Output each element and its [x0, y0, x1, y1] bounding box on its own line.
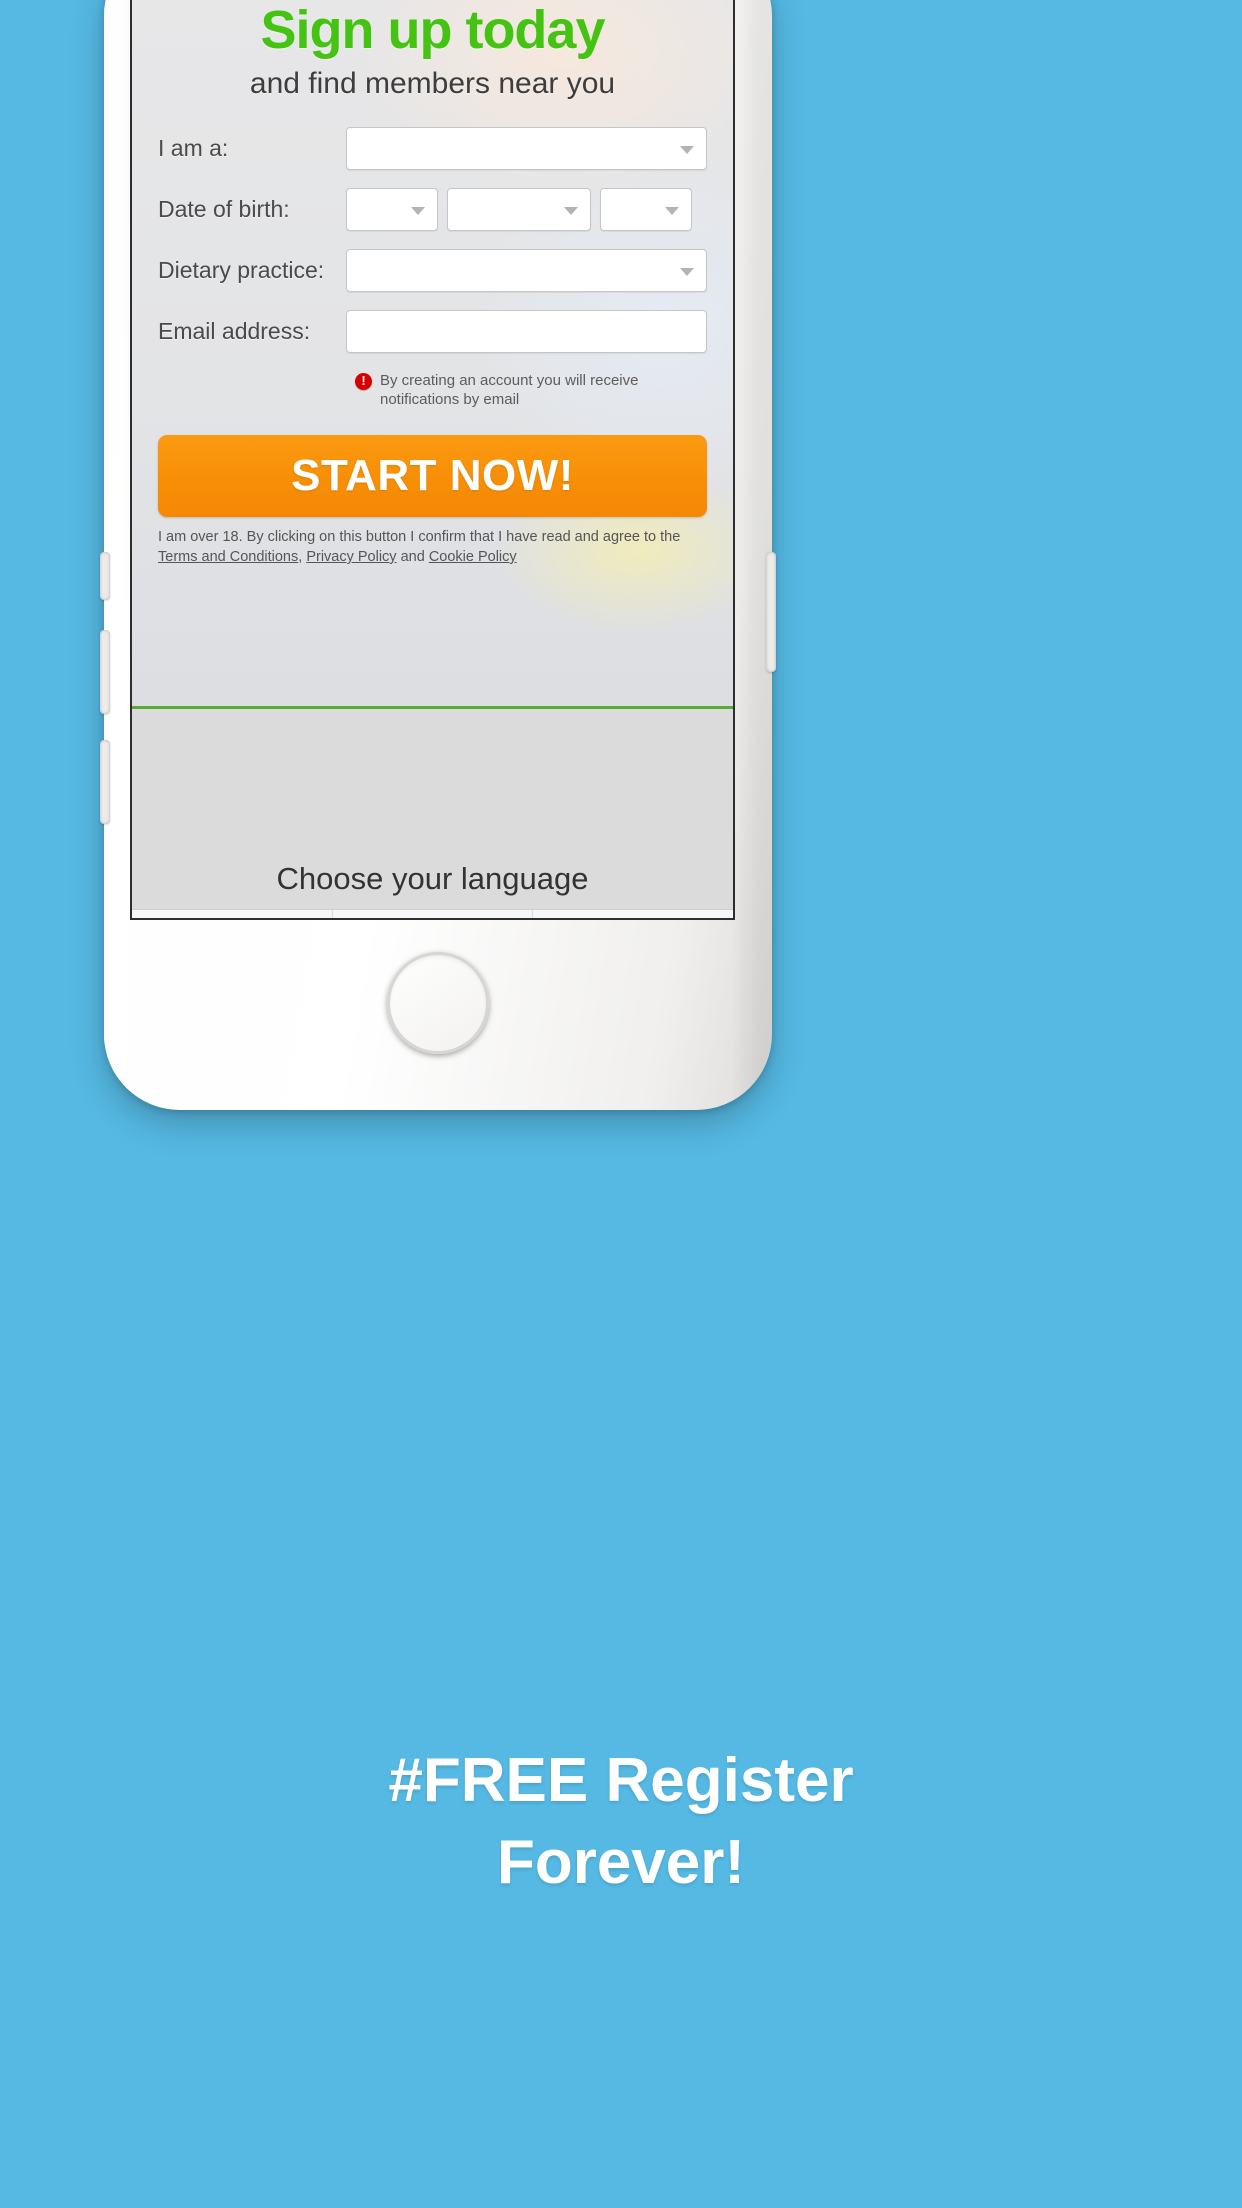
- label-i-am-a: I am a:: [158, 135, 229, 161]
- chevron-down-icon: [564, 206, 578, 215]
- app-background: Sign up today and find members near you …: [0, 0, 1242, 2208]
- page-subtitle: and find members near you: [249, 67, 616, 100]
- language-column-1: Český Dansk Deutsch English English US E…: [132, 910, 333, 918]
- language-heading: Choose your language: [276, 861, 589, 896]
- field-group-i-am-a: [346, 127, 707, 170]
- terms-and-conditions-link[interactable]: Terms and Conditions: [158, 549, 298, 565]
- i-am-a-select[interactable]: [346, 127, 707, 170]
- language-column-2: Lietuvių Magyar Nederlands Norsk Polski …: [333, 910, 534, 918]
- promo-tagline: #FREE Register Forever!: [0, 1740, 1242, 1904]
- phone-screen: Sign up today and find members near you …: [130, 0, 735, 920]
- form-row-email-address: Email address:: [158, 310, 707, 353]
- terms-intro-text: I am over 18. By clicking on this button…: [158, 529, 681, 545]
- signup-page: Sign up today and find members near you …: [132, 0, 733, 918]
- start-now-button[interactable]: START NOW!: [158, 435, 707, 517]
- i-am-a-select-value[interactable]: [347, 128, 706, 169]
- signup-hero: Sign up today and find members near you …: [132, 0, 733, 706]
- phone-volume-down-button: [100, 740, 110, 824]
- email-field-wrap[interactable]: [346, 310, 707, 353]
- form-row-dietary-practice: Dietary practice:: [158, 249, 707, 292]
- label-dietary-practice: Dietary practice:: [158, 257, 325, 283]
- field-group-email-address: [346, 310, 707, 353]
- dob-month-select[interactable]: [447, 188, 591, 231]
- hero-heading-block: Sign up today and find members near you: [132, 0, 733, 101]
- phone-volume-up-button: [100, 630, 110, 714]
- label-date-of-birth: Date of birth:: [158, 196, 290, 222]
- dob-day-select[interactable]: [346, 188, 438, 231]
- chevron-down-icon: [680, 267, 694, 276]
- dietary-practice-select[interactable]: [346, 249, 707, 292]
- chevron-down-icon: [680, 145, 694, 154]
- dob-year-select[interactable]: [600, 188, 692, 231]
- chevron-down-icon: [411, 206, 425, 215]
- email-notification-text: By creating an account you will receive …: [380, 372, 639, 408]
- phone-power-button: [766, 552, 776, 672]
- language-list: Český Dansk Deutsch English English US E…: [132, 909, 733, 918]
- phone-home-button[interactable]: [387, 952, 489, 1054]
- signup-form: I am a: Date of birth: Dietary practice:…: [132, 127, 733, 409]
- privacy-policy-link[interactable]: Privacy Policy: [306, 549, 396, 565]
- email-notification-notice: By creating an account you will receive …: [355, 371, 685, 409]
- cta-container: START NOW!: [132, 435, 733, 517]
- label-email-address: Email address:: [158, 318, 311, 344]
- promo-tagline-line-1: #FREE Register: [388, 1746, 854, 1815]
- form-row-i-am-a: I am a:: [158, 127, 707, 170]
- terms-separator-2: and: [396, 549, 429, 565]
- form-row-date-of-birth: Date of birth:: [158, 188, 707, 231]
- dietary-practice-value[interactable]: [347, 250, 706, 291]
- phone-mute-switch: [100, 552, 110, 600]
- promo-tagline-line-2: Forever!: [496, 1828, 746, 1897]
- page-title: Sign up today: [260, 0, 606, 60]
- email-input[interactable]: [347, 311, 706, 352]
- cookie-policy-link[interactable]: Cookie Policy: [429, 549, 517, 565]
- alert-icon: [355, 372, 372, 390]
- chevron-down-icon: [665, 206, 679, 215]
- language-header-area: Choose your language: [132, 709, 733, 909]
- field-group-dietary-practice: [346, 249, 707, 292]
- field-group-date-of-birth: [346, 188, 707, 231]
- terms-disclaimer: I am over 18. By clicking on this button…: [132, 517, 733, 567]
- phone-mockup: Sign up today and find members near you …: [100, 0, 776, 1110]
- language-column-3: Svenska Türkçe Ελληνικά Русский العربية …: [533, 910, 733, 918]
